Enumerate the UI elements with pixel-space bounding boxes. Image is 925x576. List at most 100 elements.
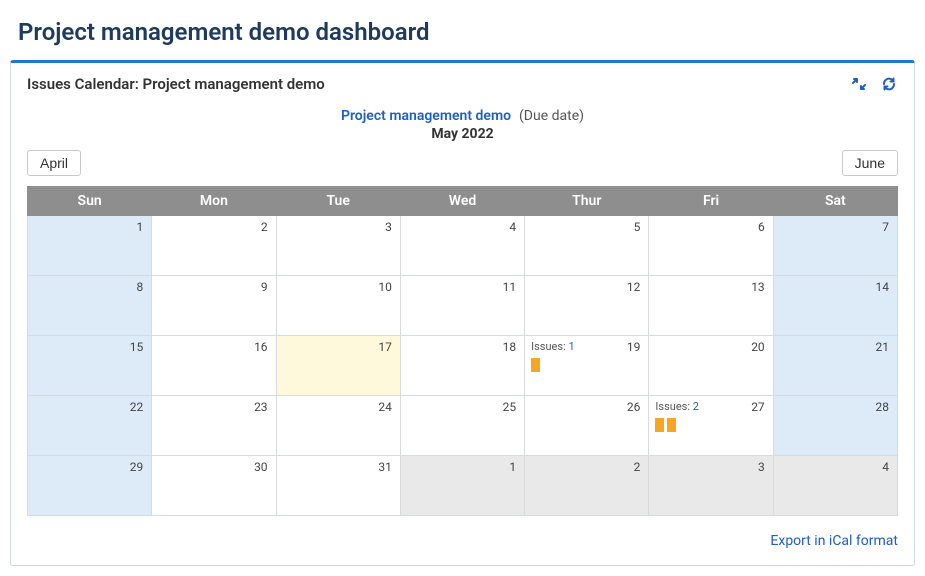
day-number: 1 <box>509 460 516 474</box>
due-date-label: (Due date) <box>519 108 584 124</box>
day-number: 2 <box>261 220 268 234</box>
issues-count: 1 <box>568 340 574 353</box>
calendar-day[interactable]: 8 <box>28 276 152 336</box>
footer: Export in iCal format <box>11 516 914 553</box>
calendar-day[interactable]: 15 <box>28 336 152 396</box>
calendar-day[interactable]: 10 <box>276 276 400 336</box>
calendar-day[interactable]: 19 Issues: 1 <box>525 336 649 396</box>
page-title: Project management demo dashboard <box>0 0 925 60</box>
calendar-day[interactable]: 2 <box>152 216 276 276</box>
calendar-day[interactable]: 14 <box>773 276 897 336</box>
day-number: 17 <box>378 340 392 354</box>
day-number: 1 <box>137 220 144 234</box>
collapse-icon[interactable] <box>850 75 868 93</box>
issue-block[interactable] <box>531 358 540 372</box>
calendar-day[interactable]: 22 <box>28 396 152 456</box>
day-number: 8 <box>137 280 144 294</box>
day-number: 12 <box>627 280 641 294</box>
issues-calendar-panel: Issues Calendar: Project management demo… <box>10 60 915 566</box>
calendar-week: 8 9 10 11 12 13 14 <box>28 276 898 336</box>
calendar-day[interactable]: 31 <box>276 456 400 516</box>
calendar-day[interactable]: 26 <box>525 396 649 456</box>
calendar-day[interactable]: 1 <box>400 456 524 516</box>
weekday-header: Thur <box>525 187 649 216</box>
day-number: 16 <box>254 340 268 354</box>
calendar-day[interactable]: 4 <box>773 456 897 516</box>
day-number: 19 <box>627 340 641 354</box>
panel-actions <box>850 75 898 93</box>
next-month-button[interactable]: June <box>842 150 898 176</box>
day-number: 6 <box>758 220 765 234</box>
calendar-day[interactable]: 25 <box>400 396 524 456</box>
calendar-day[interactable]: 24 <box>276 396 400 456</box>
calendar-week: 29 30 31 12 3 4 <box>28 456 898 516</box>
day-number: 4 <box>509 220 516 234</box>
day-number: 23 <box>254 400 268 414</box>
calendar-day[interactable]: 4 <box>400 216 524 276</box>
calendar-day[interactable]: 9 <box>152 276 276 336</box>
calendar-day[interactable]: 21 <box>773 336 897 396</box>
day-number: 15 <box>130 340 144 354</box>
calendar-day[interactable]: 5 <box>525 216 649 276</box>
weekday-header: Sat <box>773 187 897 216</box>
issues-label[interactable]: Issues: 2 <box>655 400 699 413</box>
day-number: 3 <box>385 220 392 234</box>
calendar-day[interactable]: 27 Issues: 2 <box>649 396 773 456</box>
issue-block[interactable] <box>667 418 676 432</box>
calendar-day[interactable]: 6 <box>649 216 773 276</box>
calendar-day[interactable]: 17 <box>276 336 400 396</box>
prev-month-button[interactable]: April <box>27 150 81 176</box>
calendar-day[interactable]: 1 <box>28 216 152 276</box>
day-number: 26 <box>627 400 641 414</box>
issue-blocks <box>655 418 676 432</box>
calendar-day[interactable]: 11 <box>400 276 524 336</box>
issue-block[interactable] <box>655 418 664 432</box>
weekday-header: Fri <box>649 187 773 216</box>
calendar-day[interactable]: 28 <box>773 396 897 456</box>
calendar-day[interactable]: 23 <box>152 396 276 456</box>
calendar-day[interactable]: 3 <box>649 456 773 516</box>
calendar-day[interactable]: 20 <box>649 336 773 396</box>
day-number: 22 <box>130 400 144 414</box>
weekday-header: Tue <box>276 187 400 216</box>
calendar-day[interactable]: 18 <box>400 336 524 396</box>
day-number: 30 <box>254 460 268 474</box>
month-nav-row: April June <box>11 150 914 186</box>
day-number: 27 <box>751 400 765 414</box>
project-link[interactable]: Project management demo <box>341 108 511 124</box>
calendar-week: 15 16 17 18 19 Issues: 1 20 21 <box>28 336 898 396</box>
calendar-day[interactable]: 13 <box>649 276 773 336</box>
day-number: 29 <box>130 460 144 474</box>
day-number: 4 <box>882 460 889 474</box>
calendar-week: 22 23 24 25 26 27 Issues: 2 28 <box>28 396 898 456</box>
weekday-header: Sun <box>28 187 152 216</box>
issues-label[interactable]: Issues: 1 <box>531 340 575 353</box>
calendar-day[interactable]: 2 <box>525 456 649 516</box>
refresh-icon[interactable] <box>880 75 898 93</box>
weekday-header: Mon <box>152 187 276 216</box>
calendar-header: Project management demo (Due date) May 2… <box>11 101 914 150</box>
day-number: 5 <box>634 220 641 234</box>
day-number: 7 <box>882 220 889 234</box>
calendar-day[interactable]: 29 <box>28 456 152 516</box>
calendar-day[interactable]: 12 <box>525 276 649 336</box>
day-number: 3 <box>758 460 765 474</box>
day-number: 18 <box>503 340 517 354</box>
day-number: 11 <box>503 280 517 294</box>
day-number: 9 <box>261 280 268 294</box>
calendar-week: 1 2 3 4 5 6 7 <box>28 216 898 276</box>
day-number: 31 <box>378 460 392 474</box>
day-number: 21 <box>876 340 890 354</box>
calendar-day[interactable]: 3 <box>276 216 400 276</box>
day-number: 10 <box>378 280 392 294</box>
calendar-day[interactable]: 7 <box>773 216 897 276</box>
issue-blocks <box>531 358 540 372</box>
calendar-day[interactable]: 16 <box>152 336 276 396</box>
calendar-grid: SunMonTueWedThurFriSat 12345678910111213… <box>27 186 898 516</box>
day-number: 13 <box>751 280 765 294</box>
calendar-day[interactable]: 30 <box>152 456 276 516</box>
day-number: 24 <box>378 400 392 414</box>
panel-title: Issues Calendar: Project management demo <box>27 75 325 93</box>
weekday-header: Wed <box>400 187 524 216</box>
export-ical-link[interactable]: Export in iCal format <box>770 533 898 549</box>
